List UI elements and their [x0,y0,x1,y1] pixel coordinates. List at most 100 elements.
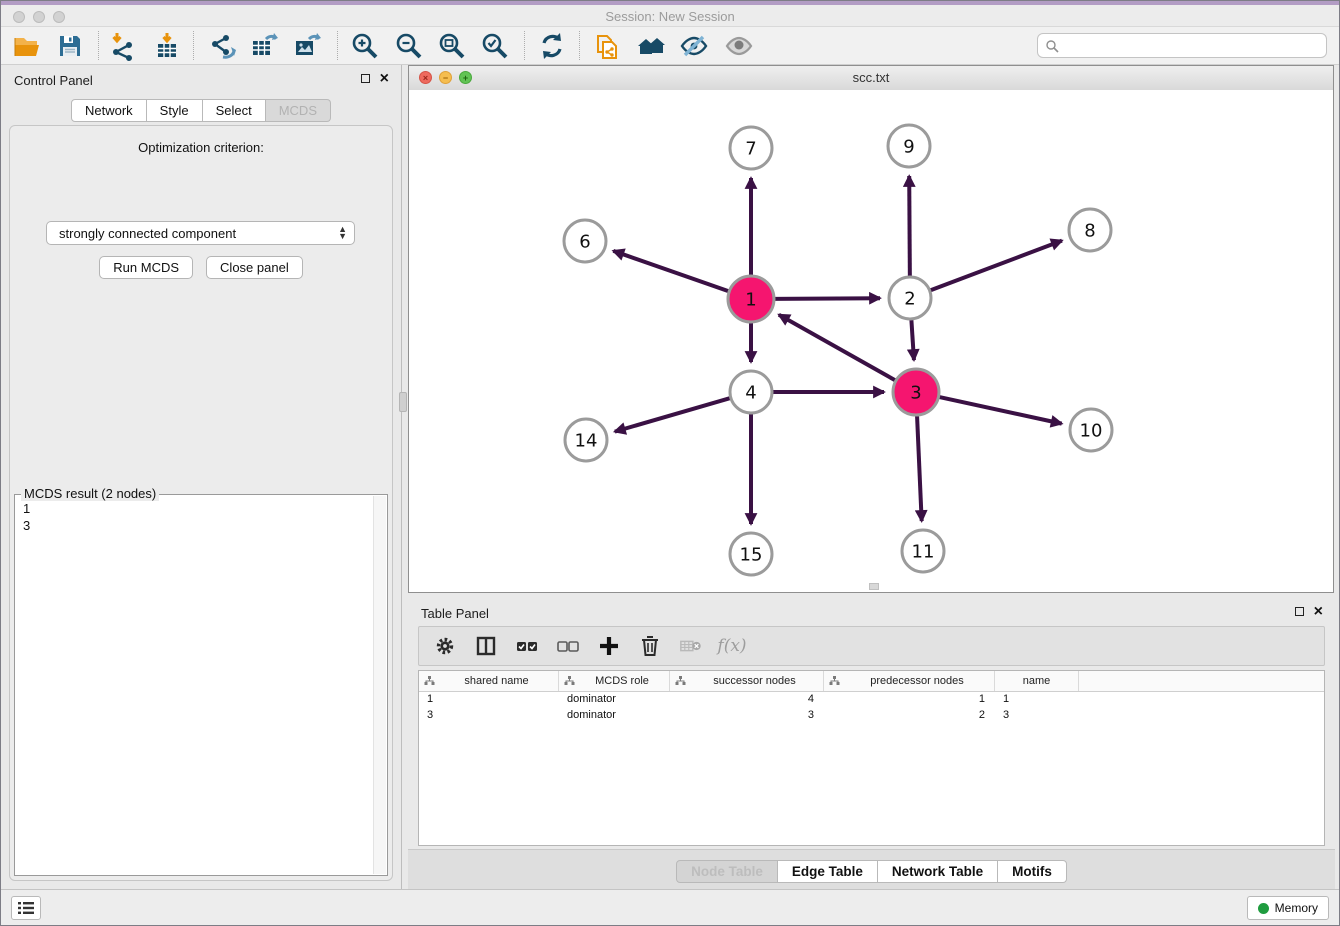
edge-4-14[interactable] [615,398,730,431]
edge-2-8[interactable] [931,241,1062,291]
open-folder-icon[interactable] [11,30,43,62]
table-cell[interactable]: dominator [559,708,670,724]
export-network-icon[interactable] [206,30,238,62]
delete-row-trash-icon[interactable] [638,634,662,658]
toolbar-separator [579,31,580,60]
column-header-predecessor-nodes[interactable]: predecessor nodes [824,671,995,691]
table-panel: Table Panel × [408,598,1335,891]
svg-text:4: 4 [745,382,756,403]
table-cell[interactable]: 1 [419,692,559,708]
edge-1-6[interactable] [613,251,728,291]
tab-mcds[interactable]: MCDS [266,99,331,122]
close-table-panel-icon[interactable]: × [1314,606,1323,617]
import-table-icon[interactable] [151,30,183,62]
node-table-body[interactable]: 1dominator4113dominator323 [419,692,1324,724]
graph-node-9[interactable]: 9 [888,125,930,167]
tab-network-table[interactable]: Network Table [878,860,998,883]
save-icon[interactable] [54,30,86,62]
result-scrollbar[interactable] [373,496,386,874]
refresh-icon[interactable] [536,30,568,62]
graph-node-3[interactable]: 3 [893,369,939,415]
close-panel-icon[interactable]: × [380,73,389,84]
node-table[interactable]: shared nameMCDS rolesuccessor nodesprede… [418,670,1325,846]
memory-button[interactable]: Memory [1247,896,1329,920]
edge-1-2[interactable] [775,298,880,299]
edge-2-9[interactable] [909,176,910,276]
svg-text:8: 8 [1084,220,1095,241]
deselect-all-checkboxes-icon[interactable] [556,634,580,658]
tab-select[interactable]: Select [203,99,266,122]
table-cell[interactable]: 3 [419,708,559,724]
edge-3-11[interactable] [917,416,922,521]
column-header-MCDS-role[interactable]: MCDS role [559,671,670,691]
tab-node-table[interactable]: Node Table [676,860,778,883]
network-window-title: scc.txt [409,70,1333,85]
edge-3-10[interactable] [939,397,1061,424]
tab-edge-table[interactable]: Edge Table [778,860,878,883]
graph-node-7[interactable]: 7 [730,127,772,169]
select-all-checkboxes-icon[interactable] [515,634,539,658]
graph-node-1[interactable]: 1 [728,276,774,322]
graph-node-4[interactable]: 4 [730,371,772,413]
run-mcds-button[interactable]: Run MCDS [99,256,193,279]
panel-splitter-handle[interactable] [399,392,407,412]
tab-network[interactable]: Network [71,99,147,122]
graph-node-11[interactable]: 11 [902,530,944,572]
table-cell[interactable]: 3 [995,708,1079,724]
graph-node-2[interactable]: 2 [889,277,931,319]
tab-motifs[interactable]: Motifs [998,860,1067,883]
table-cell[interactable]: dominator [559,692,670,708]
graph-node-15[interactable]: 15 [730,533,772,575]
tab-style[interactable]: Style [147,99,203,122]
table-row[interactable]: 1dominator411 [419,692,1324,708]
list-icon [17,900,35,916]
mcds-result-list[interactable]: 13 [17,497,373,873]
table-toolbar: f(x) [418,626,1325,666]
edge-3-1[interactable] [779,315,895,381]
close-panel-button[interactable]: Close panel [206,256,303,279]
main-toolbar [1,27,1339,65]
table-settings-gear-icon[interactable] [433,634,457,658]
zoom-in-icon[interactable] [349,30,381,62]
svg-text:10: 10 [1080,420,1103,441]
table-panel-title: Table Panel [421,606,489,621]
task-history-button[interactable] [11,896,41,920]
edge-2-3[interactable] [911,320,914,360]
search-input[interactable] [1064,36,1326,56]
table-cell[interactable]: 4 [670,692,824,708]
graph-node-6[interactable]: 6 [564,220,606,262]
optimization-criterion-dropdown[interactable]: strongly connected component ▲▼ [46,221,355,245]
table-cell[interactable]: 2 [824,708,995,724]
import-network-icon[interactable] [107,30,139,62]
column-header-successor-nodes[interactable]: successor nodes [670,671,824,691]
table-cell[interactable]: 1 [824,692,995,708]
export-table-icon[interactable] [248,30,280,62]
search-box[interactable] [1037,33,1327,58]
graph-node-8[interactable]: 8 [1069,209,1111,251]
zoom-out-icon[interactable] [393,30,425,62]
float-panel-icon[interactable] [361,74,370,83]
zoom-selected-icon[interactable] [479,30,511,62]
float-table-panel-icon[interactable] [1295,607,1304,616]
network-window-titlebar[interactable]: × − + scc.txt [409,66,1333,91]
export-image-icon[interactable] [291,30,323,62]
graph-node-14[interactable]: 14 [565,419,607,461]
clone-network-icon[interactable] [591,30,623,62]
network-resize-handle[interactable] [869,583,879,590]
table-row[interactable]: 3dominator323 [419,708,1324,724]
node-table-header[interactable]: shared nameMCDS rolesuccessor nodesprede… [419,671,1324,692]
add-column-plus-icon[interactable] [597,634,621,658]
network-graph[interactable]: 7 9 6 8 1 2 4 3 14 10 15 11 [409,90,1333,592]
show-all-eye-icon[interactable] [723,30,755,62]
column-header-shared-name[interactable]: shared name [419,671,559,691]
table-cell[interactable]: 1 [995,692,1079,708]
window-titlebar: Session: New Session [1,1,1339,27]
home-views-icon[interactable] [635,30,667,62]
zoom-fit-icon[interactable] [436,30,468,62]
graph-node-10[interactable]: 10 [1070,409,1112,451]
column-header-name[interactable]: name [995,671,1079,691]
hide-selected-eye-slash-icon[interactable] [678,30,710,62]
table-cell[interactable]: 3 [670,708,824,724]
network-canvas[interactable]: 7 9 6 8 1 2 4 3 14 10 15 11 [409,90,1333,592]
show-columns-icon[interactable] [474,634,498,658]
